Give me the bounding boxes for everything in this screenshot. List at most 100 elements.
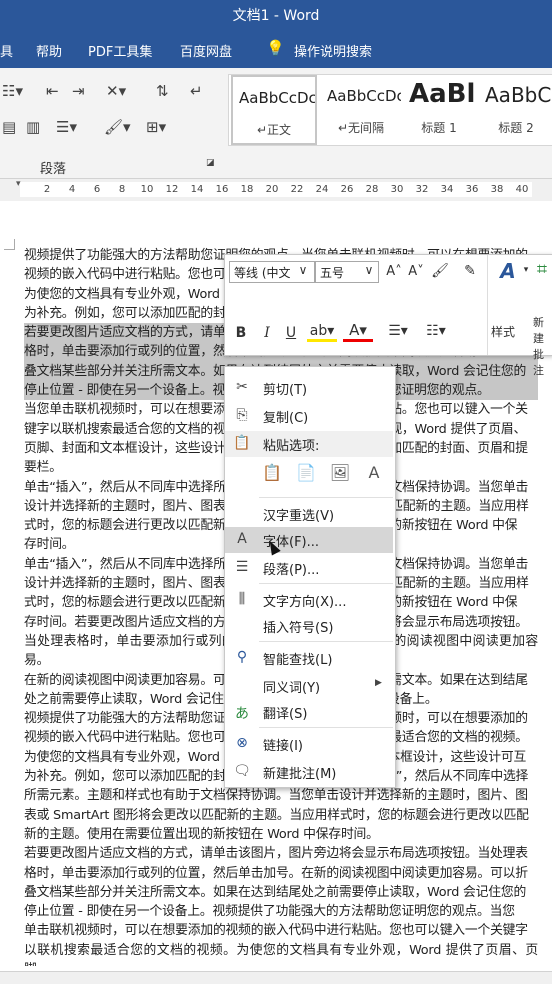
menu-synonyms[interactable]: 同义词(Y) ▶ xyxy=(225,673,393,699)
increase-indent-icon[interactable]: ⇥ xyxy=(72,82,85,100)
document-line[interactable]: 停止位置 - 即使在另一个设备上。视频提供了功能强大的方法帮助您证明您的观点。当… xyxy=(24,902,538,921)
ruler-tick-label: 14 xyxy=(190,184,204,195)
window-title: 文档1 - Word xyxy=(232,8,320,24)
shading-icon[interactable]: 🖌▾ xyxy=(104,118,131,136)
paste-text-only-icon[interactable]: A xyxy=(363,463,385,487)
document-line[interactable]: 叠文档某些部分并关注所需文本。如果在达到结尾处之前需要停止读取，Word 会记住… xyxy=(24,883,538,902)
ruler-tick-label: 26 xyxy=(340,184,354,195)
ruler-tick-label: 40 xyxy=(515,184,529,195)
style-no-spacing[interactable]: AaBbCcDc ↵无间隔 xyxy=(321,75,401,145)
format-painter-icon[interactable]: 🖌 xyxy=(431,263,449,279)
new-comment-label[interactable]: 新建批注 xyxy=(533,315,552,379)
font-dropdown-icon[interactable]: ∨ xyxy=(293,263,313,277)
highlight-icon[interactable]: ab▾ xyxy=(307,323,337,342)
margin-corner-mark xyxy=(4,239,15,250)
font-icon: A xyxy=(237,531,247,547)
title-bar: 文档1 - Word xyxy=(0,0,552,30)
paragraph-icon: ☰ xyxy=(235,559,249,575)
ruler-tick-label: 36 xyxy=(465,184,479,195)
styles-icon[interactable]: A xyxy=(493,259,523,283)
lightbulb-icon: 💡 xyxy=(266,39,285,57)
justify-icon[interactable]: ▤ xyxy=(2,118,16,136)
styles-gallery: AaBbCcDc ↵正文 AaBbCcDc ↵无间隔 AaBl 标题 1 AaB… xyxy=(228,74,552,146)
styles-dropdown-icon[interactable]: ▾ xyxy=(521,265,531,275)
paste-keep-format-icon[interactable]: 📋 xyxy=(261,463,283,487)
document-line[interactable]: 表或 SmartArt 图形将会更改以匹配新的主题。当应用样式时，您的标题会进行… xyxy=(24,806,538,825)
sort-icon[interactable]: ⇅ xyxy=(156,82,169,100)
document-line[interactable]: 新的主题。使用在需要位置出现的新按钮在 Word 中保存时间。 xyxy=(24,825,538,844)
styles-label[interactable]: 样式 xyxy=(491,323,515,340)
ruler-tick-label: 32 xyxy=(415,184,429,195)
style-heading-1[interactable]: AaBl 标题 1 xyxy=(403,75,475,145)
text-direction-icon: ⫼ xyxy=(238,591,246,607)
paste-picture-icon[interactable]: 🖼 xyxy=(329,463,351,487)
horizontal-ruler[interactable]: ▾ 2 4 6 8 10 12 14 16 18 20 22 24 26 28 30 32 34 36 38 40 xyxy=(0,179,552,202)
link-icon: ⊗ xyxy=(236,735,248,751)
ruler-tick-label: 12 xyxy=(165,184,179,195)
clear-format-icon[interactable]: ✎ xyxy=(459,263,481,279)
menu-tools[interactable]: 具 xyxy=(0,41,13,60)
menu-hanzi-reselect[interactable]: 汉字重选(V) xyxy=(225,501,393,527)
menu-link[interactable]: ⊗ 链接(I) xyxy=(225,731,393,757)
size-dropdown-icon[interactable]: ∨ xyxy=(359,263,379,277)
mini-toolbar: 等线 (中文 ∨ 五号 ∨ A˄ A˅ 🖌 ✎ A ▾ 样式 ⌗ 新建批注 B … xyxy=(224,254,552,377)
distributed-icon[interactable]: ▥ xyxy=(26,118,40,136)
ruler-tick-label: 6 xyxy=(93,184,101,195)
menu-text-direction[interactable]: ⫼ 文字方向(X)... xyxy=(225,587,393,613)
menu-copy[interactable]: ⎘ 复制(C) xyxy=(225,403,393,429)
line-spacing-icon[interactable]: ☰▾ xyxy=(56,118,77,136)
menu-translate[interactable]: あ 翻译(S) xyxy=(225,699,393,725)
document-line[interactable]: 格时，单击要添加行或列的位置，然后单击加号。在新的阅读视图中阅读更加容易。可以折 xyxy=(24,864,538,883)
paragraph-group-label: 段落 xyxy=(40,162,67,177)
scissors-icon: ✂ xyxy=(236,379,248,395)
submenu-arrow-icon: ▶ xyxy=(375,678,382,688)
menu-separator xyxy=(259,583,393,584)
chinese-layout-icon[interactable]: ✕▾ xyxy=(106,82,126,100)
menu-help[interactable]: 帮助 xyxy=(36,41,62,60)
show-marks-icon[interactable]: ↵ xyxy=(190,82,203,100)
tell-me-search[interactable]: 操作说明搜索 xyxy=(294,41,372,60)
menu-bar: 具 帮助 PDF工具集 百度网盘 💡 操作说明搜索 xyxy=(0,30,552,68)
comment-icon: 🗨 xyxy=(233,763,251,779)
paste-merge-format-icon[interactable]: 📄 xyxy=(295,463,317,487)
indent-marker-icon[interactable]: ▾ xyxy=(16,179,21,189)
menu-baidu-netdisk[interactable]: 百度网盘 xyxy=(180,41,232,60)
decrease-indent-icon[interactable]: ⇤ xyxy=(46,82,59,100)
menu-smart-lookup[interactable]: ⚲ 智能查找(L) xyxy=(225,645,393,671)
menu-cut[interactable]: ✂ 剪切(T) xyxy=(225,375,393,401)
menu-separator xyxy=(259,727,393,728)
style-normal[interactable]: AaBbCcDc ↵正文 xyxy=(231,75,317,145)
search-icon: ⚲ xyxy=(236,649,248,665)
grow-font-icon[interactable]: A˄ xyxy=(385,264,403,279)
font-color-icon[interactable]: A▾ xyxy=(343,321,373,342)
document-line[interactable]: 所需元素。主题和样式也有助于文档保持协调。当您单击设计并选择新的主题时，图片、图 xyxy=(24,786,538,805)
style-heading-2[interactable]: AaBbC 标题 2 xyxy=(479,75,552,145)
document-line[interactable]: 单击联机视频时，可以在想要添加的视频的嵌入代码中进行粘贴。您也可以键入一个关键字 xyxy=(24,921,538,940)
document-line[interactable]: 以联机搜索最适合您的文档的视频。为使您的文档具有专业外观，Word 提供了页眉、… xyxy=(24,941,538,966)
document-line[interactable]: 若要更改图片适应文档的方式，请单击该图片，图片旁边将会显示布局选项按钮。当处理表 xyxy=(24,844,538,863)
bullets-icon[interactable]: ☰▾ xyxy=(383,323,413,339)
ruler-tick-label: 2 xyxy=(43,184,51,195)
shrink-font-icon[interactable]: A˅ xyxy=(407,264,425,279)
dialog-launcher-icon[interactable]: ◪ xyxy=(206,158,215,168)
italic-button[interactable]: I xyxy=(259,325,275,341)
ruler-tick-label: 16 xyxy=(215,184,229,195)
underline-button[interactable]: U xyxy=(283,325,299,341)
ruler-tick-label: 30 xyxy=(390,184,404,195)
menu-insert-symbol[interactable]: 插入符号(S) xyxy=(225,613,393,639)
paste-options-header: 📋 粘贴选项: xyxy=(225,431,393,457)
numbering-icon[interactable]: ☷▾ xyxy=(421,323,451,339)
bold-button[interactable]: B xyxy=(233,325,249,341)
borders-icon[interactable]: ⊞▾ xyxy=(146,118,166,136)
new-comment-icon[interactable]: ⌗ xyxy=(533,259,551,280)
menu-paragraph[interactable]: ☰ 段落(P)... xyxy=(225,555,393,581)
menu-new-comment[interactable]: 🗨 新建批注(M) xyxy=(225,759,393,785)
menu-font[interactable]: A 字体(F)... xyxy=(225,527,393,553)
copy-icon: ⎘ xyxy=(236,407,248,423)
ruler-tick-label: 22 xyxy=(290,184,304,195)
ruler-tick-label: 4 xyxy=(68,184,76,195)
multilevel-list-icon[interactable]: ☷▾ xyxy=(2,82,23,100)
ribbon: ☷▾ ⇤ ⇥ ✕▾ ⇅ ↵ ▤ ▥ ☰▾ 🖌▾ ⊞▾ 段落 ◪ AaBbCcDc… xyxy=(0,68,552,179)
menu-pdf-tools[interactable]: PDF工具集 xyxy=(88,41,152,60)
ruler-tick-label: 18 xyxy=(240,184,254,195)
